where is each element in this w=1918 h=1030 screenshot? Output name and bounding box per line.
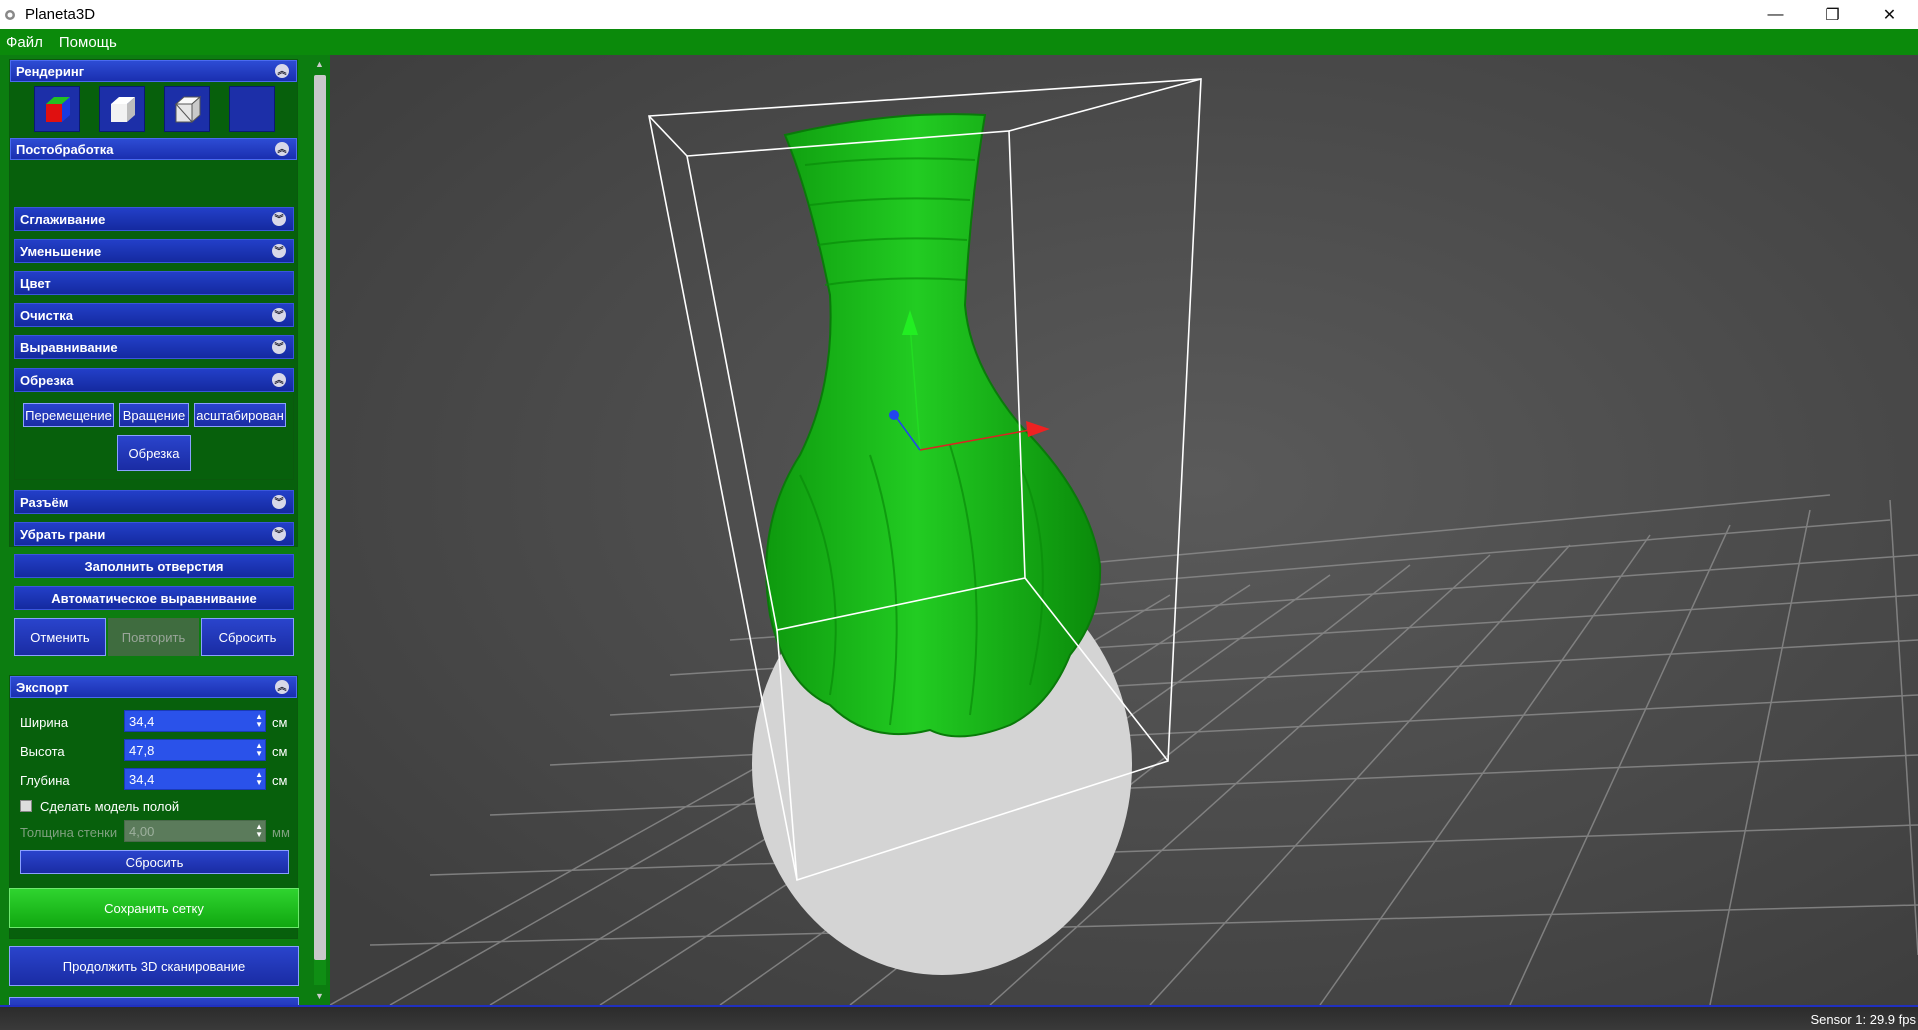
remove-faces-section[interactable]: Убрать грани ︾	[14, 522, 294, 546]
height-spinbox[interactable]: 47,8 ▲ ▼	[124, 739, 266, 761]
close-button[interactable]: ✕	[1861, 0, 1918, 29]
connector-section[interactable]: Разъём ︾	[14, 490, 294, 514]
crop-move-button[interactable]: Перемещение	[23, 403, 114, 427]
render-background-button[interactable]	[229, 86, 275, 132]
scroll-thumb[interactable]	[314, 75, 326, 960]
connector-label: Разъём	[20, 494, 69, 510]
crop-rotate-button[interactable]: Вращение	[119, 403, 189, 427]
3d-viewport[interactable]	[330, 55, 1918, 1005]
3d-scene[interactable]	[330, 55, 1918, 1005]
export-reset-button[interactable]: Сбросить	[20, 850, 289, 874]
height-value: 47,8	[129, 742, 155, 758]
crop-scale-button[interactable]: асштабирован	[194, 403, 286, 427]
alignment-section[interactable]: Выравнивание ︾	[14, 335, 294, 359]
spin-arrows-icon[interactable]: ▲ ▼	[255, 771, 263, 787]
postprocessing-header[interactable]: Постобработка ︽	[10, 138, 297, 160]
auto-align-button[interactable]: Автоматическое выравнивание	[14, 586, 294, 610]
smoothing-label: Сглаживание	[20, 211, 106, 227]
sidebar-scrollbar[interactable]: ▲ ▼	[311, 55, 328, 1005]
spin-arrows-icon[interactable]: ▲ ▼	[255, 742, 263, 758]
reset-history-button[interactable]: Сбросить	[201, 618, 294, 656]
wall-thickness-unit: мм	[272, 825, 290, 840]
spin-arrows-icon: ▲ ▼	[255, 822, 263, 839]
rendering-title: Рендеринг	[16, 63, 85, 79]
depth-unit: см	[272, 773, 288, 788]
render-solid-mode-button[interactable]	[99, 86, 145, 132]
wall-thickness-label: Толщина стенки	[20, 825, 118, 840]
smoothing-section[interactable]: Сглаживание ︾	[14, 207, 294, 231]
crop-section[interactable]: Обрезка ︽	[14, 368, 294, 392]
undo-button[interactable]: Отменить	[14, 618, 106, 656]
color-cube-icon	[46, 97, 70, 122]
wall-thickness-spinbox: 4,00 ▲ ▼	[124, 820, 266, 842]
minimize-button[interactable]: —	[1747, 0, 1804, 29]
expand-chevron-icon[interactable]: ︾	[272, 212, 286, 226]
render-wireframe-mode-button[interactable]	[164, 86, 210, 132]
depth-label: Глубина	[20, 773, 70, 788]
width-value: 34,4	[129, 713, 155, 729]
expand-chevron-icon[interactable]: ︾	[272, 244, 286, 258]
postprocessing-title: Постобработка	[16, 141, 114, 157]
cleaning-label: Очистка	[20, 307, 73, 323]
spin-arrows-icon[interactable]: ▲ ▼	[255, 713, 263, 729]
remove-faces-label: Убрать грани	[20, 526, 106, 542]
status-bar: Sensor 1: 29.9 fps	[0, 1005, 1918, 1030]
menu-bar: Файл Помощь	[0, 29, 1918, 55]
depth-value: 34,4	[129, 771, 155, 787]
color-label: Цвет	[20, 275, 51, 291]
crop-label: Обрезка	[20, 372, 74, 388]
collapse-chevron-icon[interactable]: ︽	[275, 142, 289, 156]
alignment-label: Выравнивание	[20, 339, 118, 355]
next-sidebar-button[interactable]	[9, 997, 299, 1005]
scroll-down-arrow-icon[interactable]: ▼	[315, 991, 324, 1001]
export-title: Экспорт	[16, 679, 69, 695]
sidebar-panel: Рендеринг ︽ Постобработка ︽ Сглаживание …	[0, 55, 330, 1005]
width-label: Ширина	[20, 715, 69, 730]
window-title: Planeta3D	[25, 6, 96, 23]
rendering-header[interactable]: Рендеринг ︽	[10, 60, 297, 82]
redo-button[interactable]: Повторить	[108, 618, 199, 656]
reduction-label: Уменьшение	[20, 243, 102, 259]
sensor-fps-status: Sensor 1: 29.9 fps	[1810, 1012, 1916, 1027]
maximize-button[interactable]: ❐	[1804, 0, 1861, 29]
viewport-background	[330, 55, 1918, 1005]
collapse-chevron-icon[interactable]: ︽	[275, 680, 289, 694]
reduction-section[interactable]: Уменьшение ︾	[14, 239, 294, 263]
hollow-model-label: Сделать модель полой	[40, 799, 180, 814]
width-spinbox[interactable]: 34,4 ▲ ▼	[124, 710, 266, 732]
height-label: Высота	[20, 744, 65, 759]
title-bar: Planeta3D — ❐ ✕	[0, 0, 1918, 29]
expand-chevron-icon[interactable]: ︾	[272, 495, 286, 509]
scroll-up-arrow-icon[interactable]: ▲	[315, 59, 324, 69]
render-color-mode-button[interactable]	[34, 86, 80, 132]
expand-chevron-icon[interactable]: ︾	[272, 308, 286, 322]
collapse-chevron-icon[interactable]: ︽	[275, 64, 289, 78]
fill-holes-button[interactable]: Заполнить отверстия	[14, 554, 294, 578]
menu-file[interactable]: Файл	[6, 34, 43, 51]
collapse-chevron-icon[interactable]: ︽	[272, 373, 286, 387]
expand-chevron-icon[interactable]: ︾	[272, 340, 286, 354]
height-unit: см	[272, 744, 288, 759]
z-axis-handle-icon[interactable]	[889, 410, 899, 420]
save-mesh-button[interactable]: Сохранить сетку	[9, 888, 299, 928]
wireframe-cube-icon	[174, 95, 202, 124]
width-unit: см	[272, 715, 288, 730]
crop-apply-button[interactable]: Обрезка	[117, 435, 191, 471]
cleaning-section[interactable]: Очистка ︾	[14, 303, 294, 327]
menu-help[interactable]: Помощь	[59, 34, 117, 51]
hollow-model-checkbox[interactable]	[20, 800, 32, 812]
wall-thickness-value: 4,00	[129, 823, 155, 839]
export-header[interactable]: Экспорт ︽	[10, 676, 297, 698]
app-window: Planeta3D — ❐ ✕ Файл Помощь Рендеринг ︽	[0, 0, 1918, 1030]
solid-cube-icon	[111, 97, 135, 122]
continue-scan-button[interactable]: Продолжить 3D сканирование	[9, 946, 299, 986]
app-logo-icon	[5, 9, 15, 20]
depth-spinbox[interactable]: 34,4 ▲ ▼	[124, 768, 266, 790]
expand-chevron-icon[interactable]: ︾	[272, 527, 286, 541]
color-section[interactable]: Цвет	[14, 271, 294, 295]
